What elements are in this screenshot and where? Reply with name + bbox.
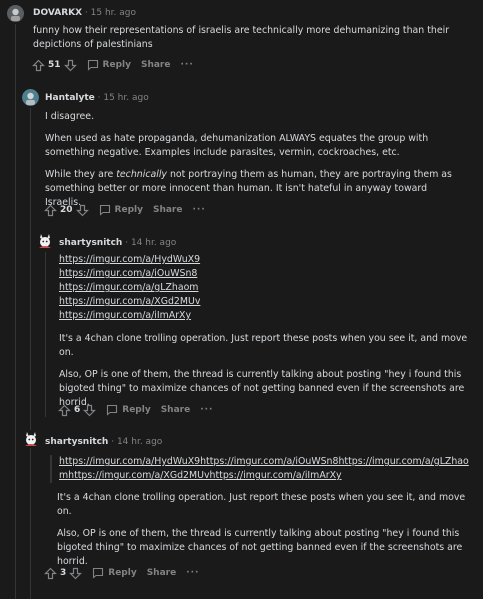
avatar[interactable] — [22, 430, 40, 448]
username[interactable]: Hantalyte — [45, 93, 95, 103]
comment-body: It's a 4chan clone trolling operation. J… — [57, 491, 467, 569]
upvote-icon[interactable] — [44, 567, 57, 580]
imgur-link[interactable]: https://imgur.com/a/iImArXy — [59, 309, 469, 323]
comment-paragraph: I disagree. — [45, 111, 95, 122]
upvote-icon[interactable] — [44, 204, 57, 217]
username[interactable]: shartysnitch — [45, 437, 108, 447]
more-options-icon[interactable]: ··· — [186, 568, 199, 578]
comment-icon — [99, 204, 110, 216]
thread-line[interactable] — [15, 24, 16, 599]
more-options-icon[interactable]: ··· — [192, 205, 205, 215]
comment-icon — [87, 59, 98, 71]
more-options-icon[interactable]: ··· — [180, 60, 193, 70]
avatar-icon — [7, 5, 24, 22]
reply-label: Reply — [102, 60, 131, 70]
reply-label: Reply — [108, 568, 137, 578]
upvote-icon[interactable] — [58, 404, 71, 417]
comment-body: funny how their representations of israe… — [33, 24, 463, 52]
comment-body: https://imgur.com/a/HydWuX9 https://imgu… — [59, 253, 469, 410]
text-span: While they are — [45, 169, 117, 180]
share-label: Share — [160, 405, 191, 415]
downvote-icon[interactable] — [69, 567, 83, 580]
downvote-icon[interactable] — [63, 59, 77, 72]
share-label: Share — [152, 205, 183, 215]
comment-meta: shartysnitch · 14 hr. ago — [45, 437, 162, 447]
vote-count: 51 — [48, 60, 61, 70]
comment-text: funny how their representations of israe… — [33, 25, 450, 50]
comment-meta: Hantalyte · 15 hr. ago — [45, 93, 149, 103]
share-button[interactable]: Share — [141, 60, 171, 70]
downvote-icon[interactable] — [75, 204, 89, 217]
comment-actions: 51 Reply Share ··· — [32, 58, 194, 72]
vote-count: 20 — [60, 205, 73, 215]
imgur-link[interactable]: https://imgur.com/a/iOuWSn8 — [59, 267, 469, 281]
comment-paragraph: When used as hate propaganda, dehumaniza… — [45, 133, 429, 158]
reply-label: Reply — [114, 205, 143, 215]
comment-paragraph: Also, OP is one of them, the thread is c… — [57, 528, 463, 567]
username[interactable]: shartysnitch — [59, 238, 122, 248]
reply-button[interactable]: Reply — [92, 567, 137, 579]
imgur-link[interactable]: https://imgur.com/a/HydWuX9https://imgur… — [59, 455, 479, 469]
timestamp: · 15 hr. ago — [84, 8, 136, 18]
emphasis-text: technically — [116, 169, 167, 180]
upvote-icon[interactable] — [32, 59, 45, 72]
comment-meta: shartysnitch · 14 hr. ago — [59, 238, 176, 248]
thread-line[interactable] — [30, 108, 31, 599]
share-button[interactable]: Share — [147, 568, 177, 578]
share-button[interactable]: Share — [161, 405, 191, 415]
vote-count: 3 — [60, 568, 67, 578]
timestamp: · 14 hr. ago — [125, 238, 177, 248]
avatar-icon — [36, 232, 54, 250]
timestamp: · 14 hr. ago — [111, 437, 163, 447]
comment-paragraph: It's a 4chan clone trolling operation. J… — [59, 333, 468, 358]
username[interactable]: DOVARKX — [33, 8, 82, 18]
imgur-link[interactable]: https://imgur.com/a/HydWuX9 — [59, 253, 469, 267]
reply-button[interactable]: Reply — [99, 204, 143, 216]
comment-actions: 3 Reply Share ··· — [44, 566, 199, 580]
imgur-link[interactable]: https://imgur.com/a/gLZhaom — [59, 281, 469, 295]
avatar-icon — [22, 430, 40, 448]
comment-meta: DOVARKX · 15 hr. ago — [33, 8, 136, 18]
reply-button[interactable]: Reply — [87, 59, 131, 71]
avatar-icon — [22, 89, 39, 106]
comment-actions: 6 Reply Share ··· — [58, 403, 213, 417]
share-label: Share — [140, 60, 171, 70]
comment-paragraph: It's a 4chan clone trolling operation. J… — [57, 492, 466, 517]
reply-button[interactable]: Reply — [106, 404, 151, 416]
imgur-link[interactable]: mhttps://imgur.com/a/XGd2MUvhttps://imgu… — [59, 469, 479, 483]
blockquote: https://imgur.com/a/HydWuX9https://imgur… — [50, 455, 479, 483]
comment-body: I disagree. When used as hate propaganda… — [45, 110, 465, 210]
comment-icon — [107, 404, 118, 416]
avatar[interactable] — [7, 5, 24, 22]
more-options-icon[interactable]: ··· — [200, 405, 213, 415]
timestamp: · 15 hr. ago — [97, 93, 149, 103]
downvote-icon[interactable] — [83, 404, 97, 417]
reply-label: Reply — [122, 405, 151, 415]
vote-count: 6 — [74, 405, 81, 415]
comment-actions: 20 Reply Share ··· — [44, 203, 206, 217]
share-label: Share — [146, 568, 177, 578]
comment-icon — [93, 567, 104, 579]
imgur-link[interactable]: https://imgur.com/a/XGd2MUv — [59, 295, 469, 309]
avatar[interactable] — [22, 89, 39, 106]
avatar[interactable] — [36, 232, 54, 250]
share-button[interactable]: Share — [153, 205, 183, 215]
thread-line[interactable] — [45, 252, 46, 417]
